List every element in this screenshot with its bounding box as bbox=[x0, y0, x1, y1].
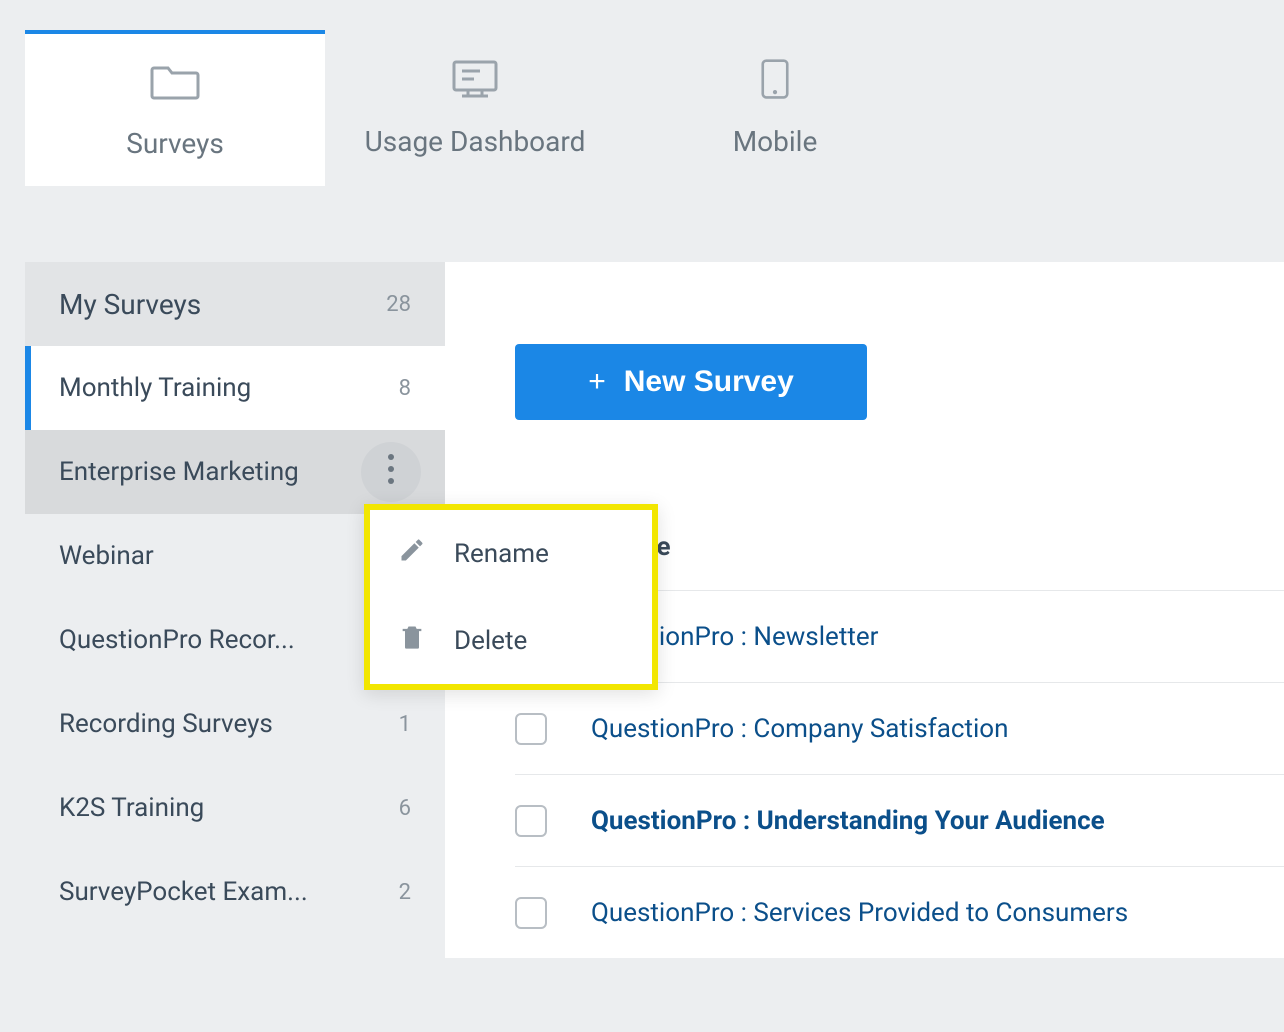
sidebar-item-count: 8 bbox=[399, 376, 411, 401]
row-checkbox[interactable] bbox=[515, 713, 547, 745]
sidebar-header-label: My Surveys bbox=[59, 288, 201, 321]
survey-link[interactable]: QuestionPro : Services Provided to Consu… bbox=[591, 898, 1128, 928]
sidebar-item-label: Monthly Training bbox=[59, 373, 251, 403]
context-menu-rename[interactable]: Rename bbox=[370, 510, 652, 597]
sidebar-item-k2s-training[interactable]: K2S Training 6 bbox=[25, 766, 445, 850]
sidebar-item-label: QuestionPro Recor... bbox=[59, 625, 295, 655]
table-row: QuestionPro : Company Satisfaction bbox=[515, 682, 1284, 774]
row-checkbox[interactable] bbox=[515, 805, 547, 837]
pencil-icon bbox=[398, 536, 426, 571]
sidebar-item-label: Recording Surveys bbox=[59, 709, 273, 739]
row-checkbox[interactable] bbox=[515, 897, 547, 929]
dashboard-icon bbox=[450, 58, 500, 107]
sidebar-item-enterprise-marketing[interactable]: Enterprise Marketing bbox=[25, 430, 445, 514]
sidebar-header[interactable]: My Surveys 28 bbox=[25, 262, 445, 346]
tab-label: Mobile bbox=[733, 125, 818, 158]
context-menu-delete[interactable]: Delete bbox=[370, 597, 652, 684]
sidebar-item-label: Webinar bbox=[59, 541, 154, 571]
tab-label: Usage Dashboard bbox=[365, 125, 586, 158]
sidebar-item-monthly-training[interactable]: Monthly Training 8 bbox=[25, 346, 445, 430]
trash-icon bbox=[398, 623, 426, 658]
survey-link[interactable]: QuestionPro : Company Satisfaction bbox=[591, 714, 1008, 744]
context-menu: Rename Delete bbox=[364, 504, 658, 690]
tab-surveys[interactable]: Surveys bbox=[25, 30, 325, 186]
table-row: QuestionPro : Services Provided to Consu… bbox=[515, 866, 1284, 958]
plus-icon: + bbox=[588, 365, 606, 399]
sidebar-item-count: 1 bbox=[399, 712, 411, 737]
tab-label: Surveys bbox=[126, 127, 224, 160]
kebab-icon bbox=[387, 453, 395, 492]
sidebar-item-label: SurveyPocket Exam... bbox=[59, 877, 308, 907]
sidebar-item-count: 6 bbox=[399, 796, 411, 821]
survey-link[interactable]: QuestionPro : Understanding Your Audienc… bbox=[591, 806, 1105, 836]
sidebar-item-surveypocket-exam[interactable]: SurveyPocket Exam... 2 bbox=[25, 850, 445, 934]
sidebar-item-recording-surveys[interactable]: Recording Surveys 1 bbox=[25, 682, 445, 766]
sidebar-header-count: 28 bbox=[386, 292, 411, 317]
new-survey-label: New Survey bbox=[624, 365, 794, 399]
sidebar-item-label: Enterprise Marketing bbox=[59, 457, 299, 487]
main-tabbar: Surveys Usage Dashboard Mobile bbox=[25, 30, 1284, 186]
context-menu-label: Rename bbox=[454, 539, 549, 569]
folder-icon bbox=[150, 60, 200, 109]
sidebar-item-label: K2S Training bbox=[59, 793, 204, 823]
table-row: QuestionPro : Understanding Your Audienc… bbox=[515, 774, 1284, 866]
more-options-button[interactable] bbox=[361, 442, 421, 502]
sidebar-item-count: 2 bbox=[399, 880, 411, 905]
mobile-icon bbox=[750, 58, 800, 107]
tab-usage-dashboard[interactable]: Usage Dashboard bbox=[325, 30, 625, 186]
tab-mobile[interactable]: Mobile bbox=[625, 30, 925, 186]
context-menu-label: Delete bbox=[454, 626, 527, 656]
new-survey-button[interactable]: + New Survey bbox=[515, 344, 867, 420]
